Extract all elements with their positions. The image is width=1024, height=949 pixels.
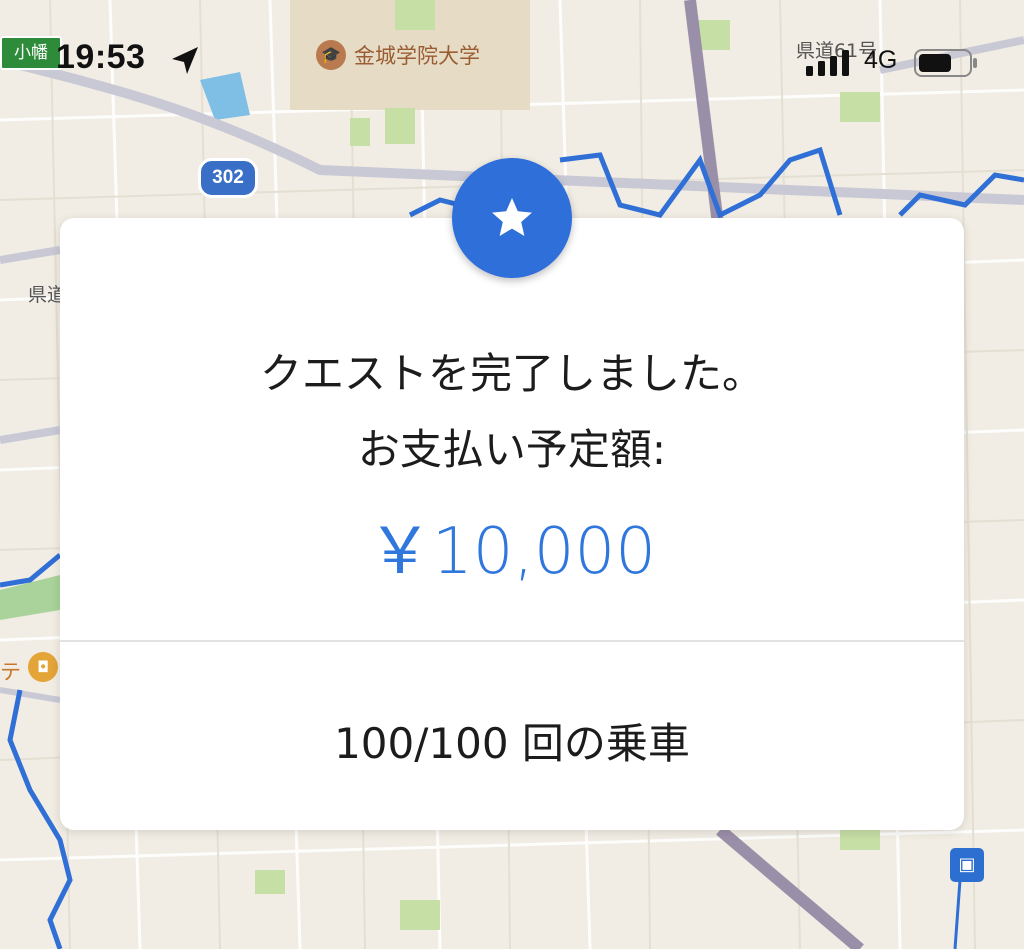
quest-complete-message: クエストを完了しました。 bbox=[259, 349, 764, 398]
star-badge bbox=[452, 158, 572, 278]
rides-progress: 100/100 回の乗車 bbox=[334, 719, 690, 768]
university-label[interactable]: 金城学院大学 bbox=[354, 40, 480, 70]
star-icon bbox=[492, 198, 532, 236]
payment-expected-label: お支払い予定額: bbox=[357, 425, 667, 474]
battery-icon bbox=[914, 49, 977, 77]
network-type: 4G bbox=[864, 46, 898, 74]
shopping-bag-icon[interactable]: ◘ bbox=[28, 652, 58, 682]
route-302-sign: 302 bbox=[198, 158, 258, 198]
quest-complete-card[interactable]: クエストを完了しました。 お支払い予定額: ￥10,000 100/100 回の… bbox=[60, 218, 964, 830]
route-sign: 小幡 bbox=[0, 36, 62, 70]
train-station-icon[interactable]: ▣ bbox=[950, 848, 984, 882]
cellular-signal-icon bbox=[806, 50, 849, 76]
poi-partial-label: テ bbox=[0, 660, 21, 684]
location-arrow-icon bbox=[172, 47, 198, 74]
payment-amount: ￥10,000 bbox=[368, 515, 656, 589]
university-icon[interactable]: 🎓 bbox=[316, 40, 346, 70]
card-divider bbox=[60, 640, 964, 642]
status-time: 19:53 bbox=[56, 38, 146, 76]
